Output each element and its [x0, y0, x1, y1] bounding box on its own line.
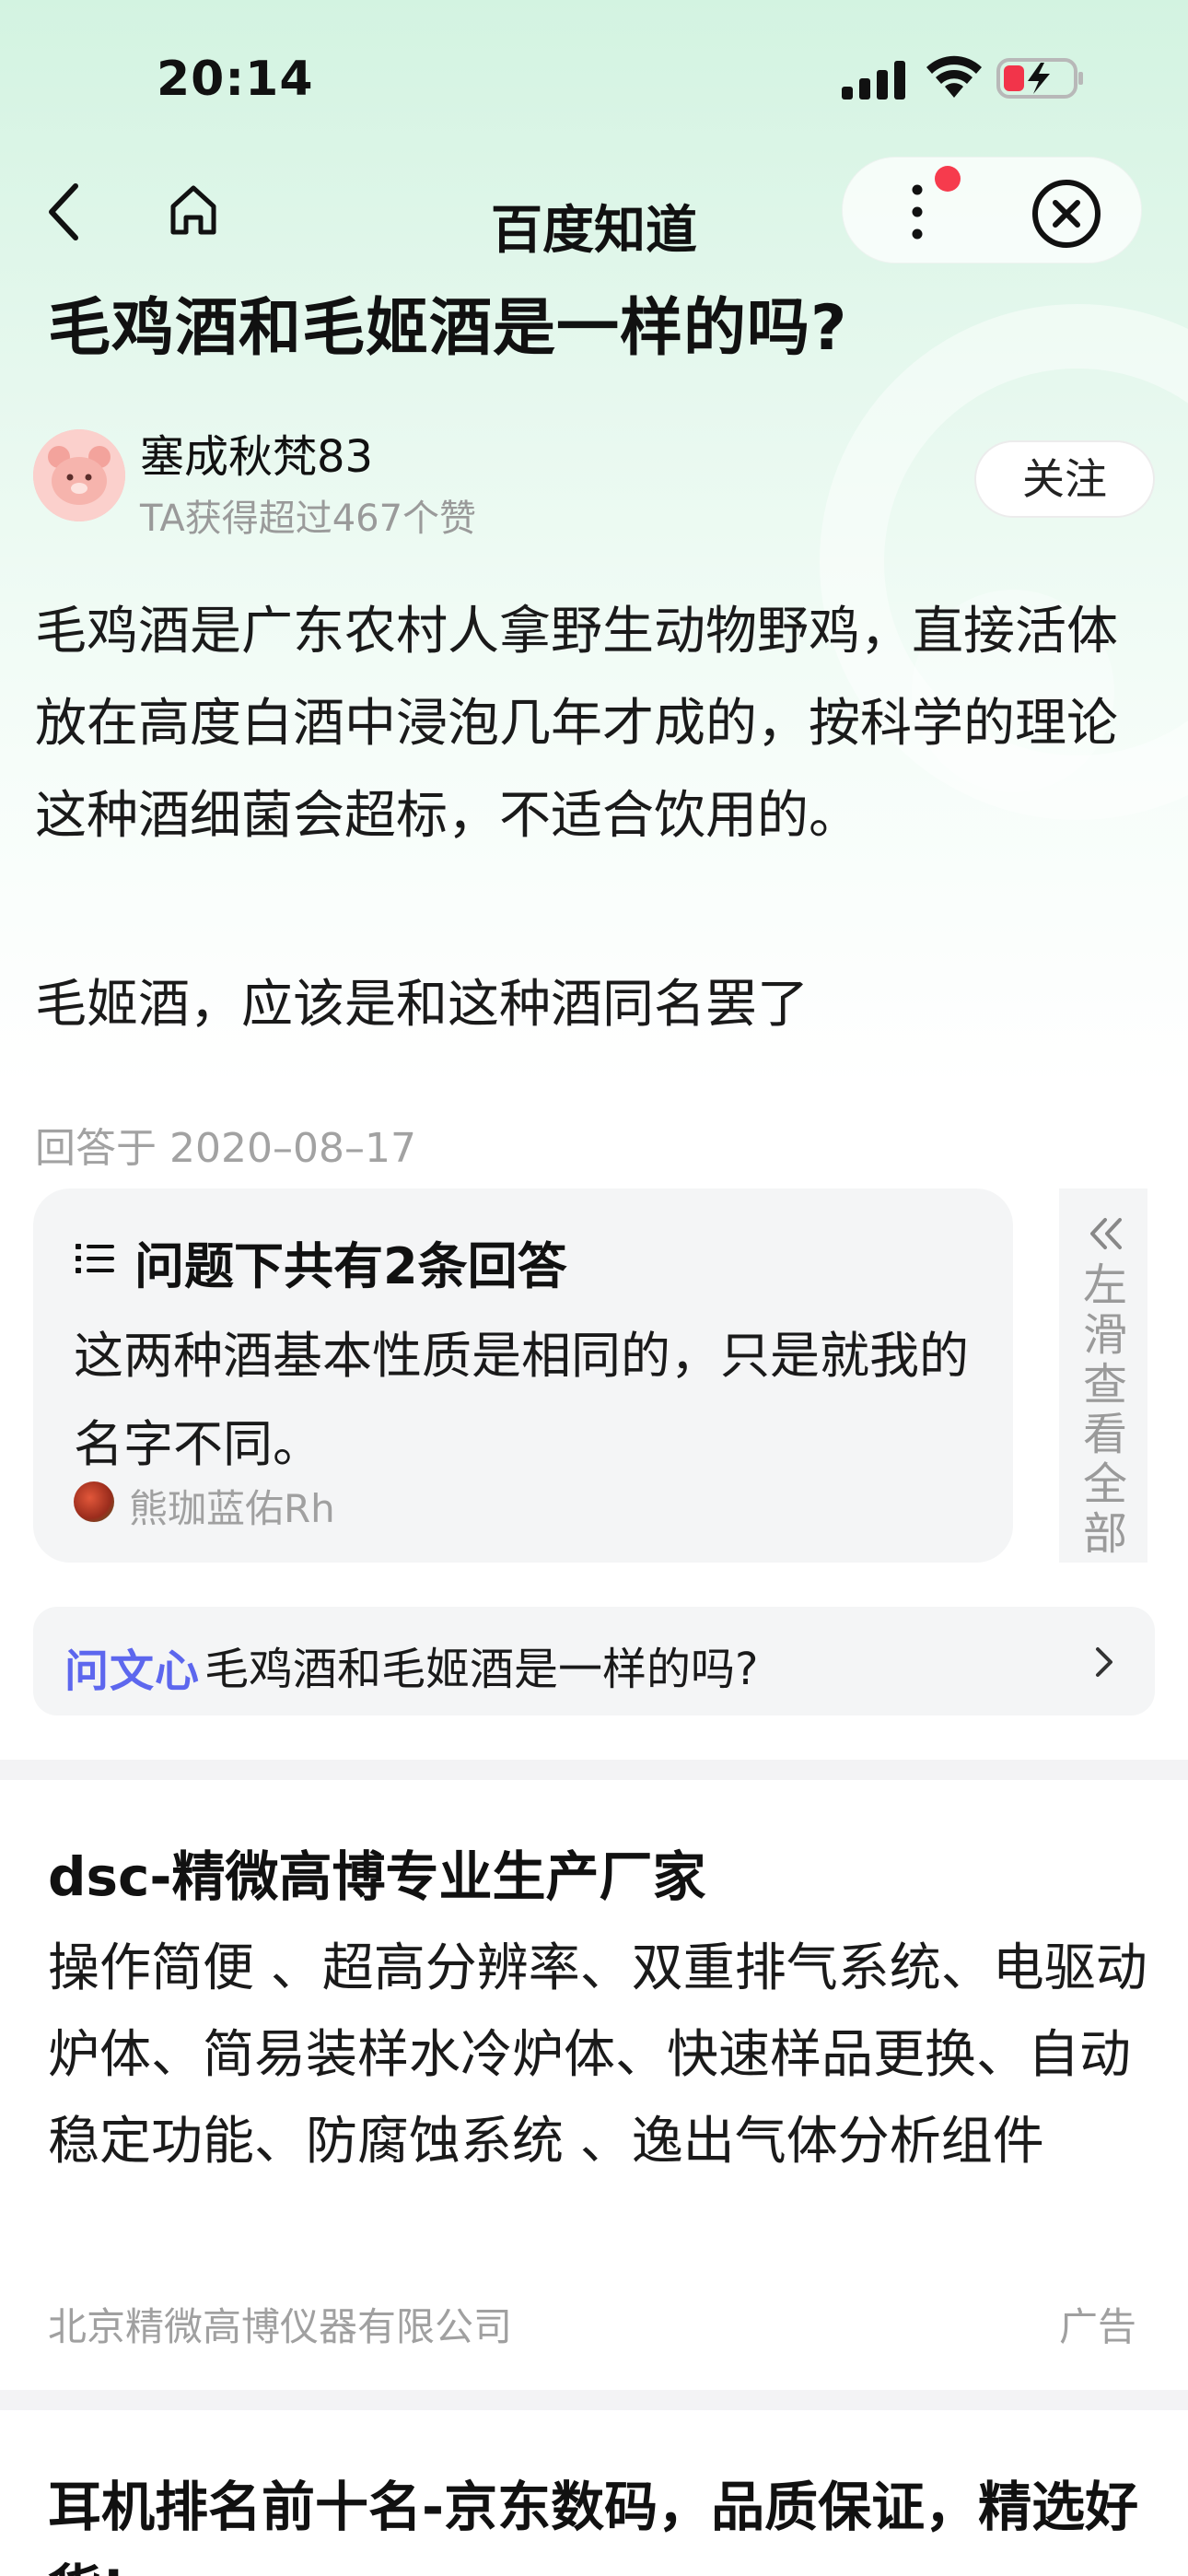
other-answers-heading: 问题下共有2条回答 — [134, 1237, 567, 1295]
bear-avatar-icon — [33, 429, 125, 521]
notification-dot — [935, 166, 961, 192]
avatar[interactable] — [33, 429, 125, 521]
battery-charging-icon — [996, 58, 1083, 99]
answer-user-avatar — [74, 1481, 114, 1522]
answer-date: 回答于 2020–08–17 — [35, 1125, 416, 1172]
follow-button[interactable]: 关注 — [974, 440, 1155, 518]
double-chevron-left-icon — [1090, 1218, 1122, 1249]
ad-description[interactable]: 操作简便 、超高分辨率、双重排气系统、电驱动炉体、简易装样水冷炉体、快速样品更换… — [48, 1926, 1153, 2185]
wenxin-brand: 问文心 — [64, 1645, 201, 1697]
section-divider — [0, 2390, 1188, 2410]
wenxin-query: 毛鸡酒和毛姬酒是一样的吗? — [204, 1644, 759, 1695]
chevron-right-icon — [1096, 1647, 1112, 1677]
status-bar: 20:14 — [0, 0, 1188, 157]
author-name[interactable]: 塞成秋梵83 — [140, 420, 373, 485]
section-divider — [0, 1760, 1188, 1780]
author-likes: TA获得超过467个赞 — [140, 498, 477, 540]
wifi-icon — [926, 55, 982, 98]
ad-company: 北京精微高博仪器有限公司 — [48, 2304, 513, 2349]
answer-paragraph: 毛姬酒，应该是和这种酒同名罢了 — [35, 975, 809, 1035]
ad-title[interactable]: dsc-精微高博专业生产厂家 — [48, 1833, 706, 1911]
swipe-hint: 左滑查看全部 — [1082, 1259, 1127, 1560]
ad-title[interactable]: 耳机排名前十名-京东数码，品质保证，精选好货! — [48, 2465, 1153, 2576]
status-time: 20:14 — [157, 52, 314, 107]
answer-paragraph: 毛鸡酒是广东农村人拿野生动物野鸡，直接活体放在高度白酒中浸泡几年才成的，按科学的… — [35, 602, 1118, 846]
answer-user-name: 熊珈蓝佑Rh — [129, 1486, 335, 1531]
ad-tag: 广告 — [1059, 2304, 1137, 2349]
close-button[interactable] — [1030, 177, 1103, 251]
list-icon — [76, 1244, 114, 1273]
signal-icon — [842, 61, 905, 100]
question-title: 毛鸡酒和毛姬酒是一样的吗? — [48, 292, 848, 365]
other-answer-text: 这两种酒基本性质是相同的，只是就我的名字不同。 — [74, 1327, 969, 1473]
